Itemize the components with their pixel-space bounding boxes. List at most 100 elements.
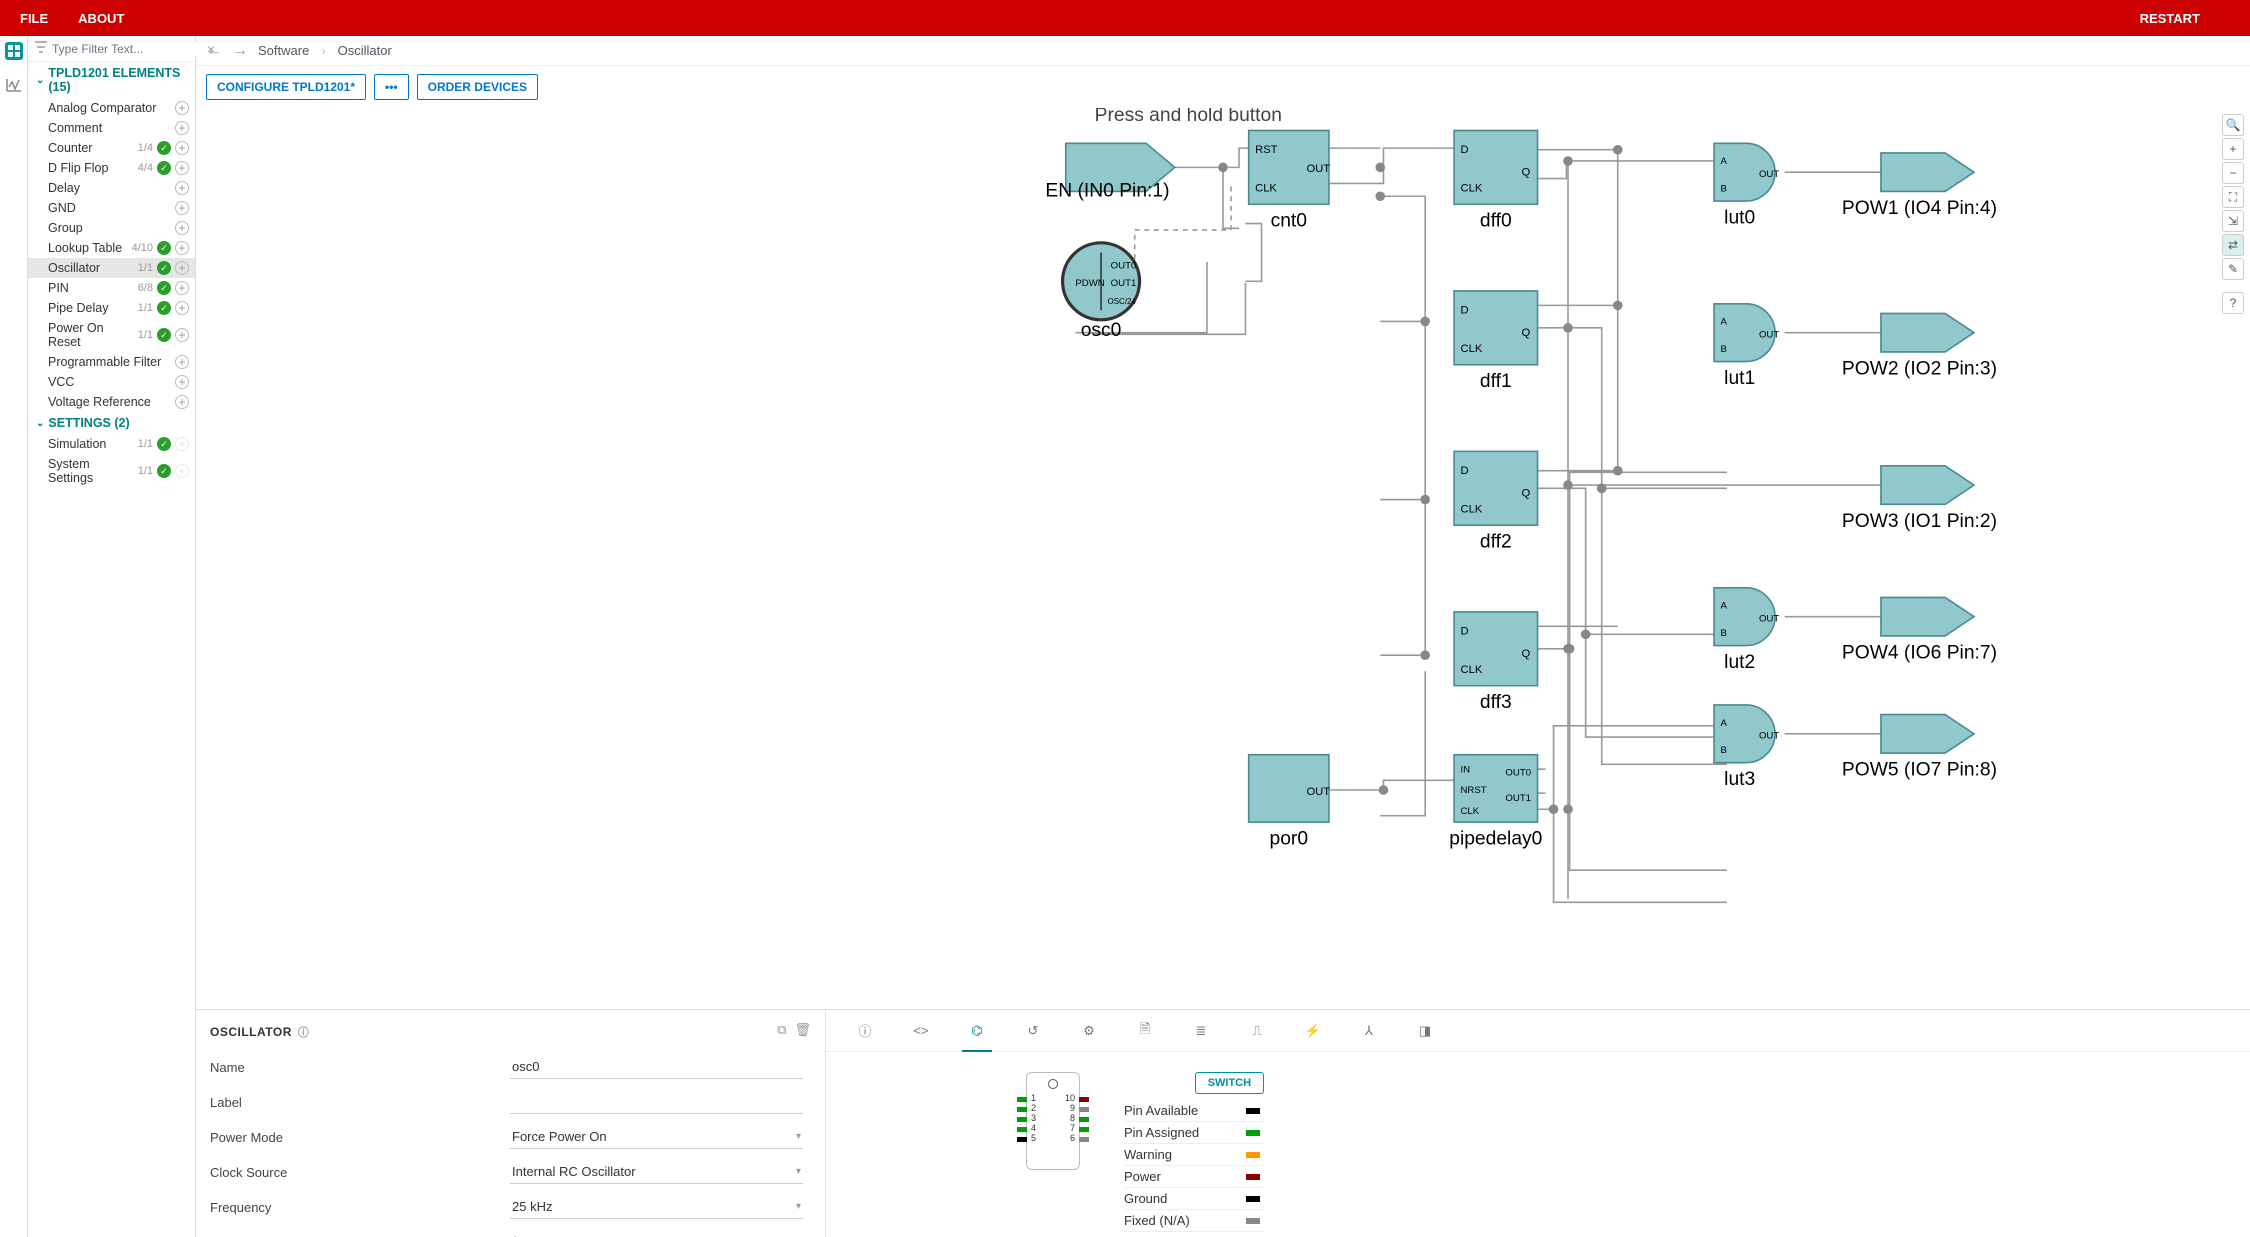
edit-icon[interactable]: ✎ [2222,258,2244,280]
prop-label: Power Mode [210,1130,510,1145]
block-lut3[interactable]: A B OUT lut3 [1714,705,1779,790]
add-icon[interactable]: + [175,355,189,369]
block-pow[interactable]: POW3 (IO1 Pin:2) [1842,466,1997,532]
tab-code-icon[interactable]: <> [912,1022,930,1040]
block-lut2[interactable]: A B OUT lut2 [1714,588,1779,673]
prop-select[interactable]: Internal RC Oscillator▾ [510,1160,803,1184]
breadcrumb-current: Oscillator [338,43,392,58]
tree-item[interactable]: Oscillator1/1✓+ [28,258,195,278]
tree-item[interactable]: Pipe Delay1/1✓+ [28,298,195,318]
tab-sliders-icon[interactable]: ⚙ [1080,1022,1098,1040]
svg-text:OUT: OUT [1306,163,1330,175]
tree-item[interactable]: Voltage Reference+ [28,392,195,412]
add-icon[interactable]: + [175,121,189,135]
nav-back-icon[interactable]: ← [206,42,222,60]
add-icon[interactable]: + [175,101,189,115]
tab-info-icon[interactable]: ⓘ [856,1022,874,1040]
tree-item[interactable]: D Flip Flop4/4✓+ [28,158,195,178]
more-button[interactable]: ••• [374,74,409,100]
copy-icon[interactable]: ⧉ [777,1022,786,1038]
svg-text:D: D [1460,465,1468,477]
tree-layout-icon[interactable]: ⇲ [2222,210,2244,232]
zoom-search-icon[interactable]: 🔍 [2222,114,2244,136]
tree-item[interactable]: Power On Reset1/1✓+ [28,318,195,352]
tab-panel-icon[interactable]: ◨ [1416,1022,1434,1040]
properties-title: OSCILLATOR [210,1025,292,1039]
tree-item[interactable]: VCC+ [28,372,195,392]
add-icon[interactable]: + [175,375,189,389]
tab-graph-icon[interactable]: ⅄ [1360,1022,1378,1040]
tree-group-elements[interactable]: ⌄ TPLD1201 ELEMENTS (15) [28,62,195,98]
waveform-view-icon[interactable] [5,76,23,94]
menu-about[interactable]: ABOUT [78,11,124,26]
info-icon[interactable]: ⓘ [298,1024,310,1040]
block-dff0[interactable]: D Q CLK dff0 [1454,130,1537,231]
tab-pulse-icon[interactable]: ⎍ [1248,1022,1266,1040]
zoom-in-icon[interactable]: + [2222,138,2244,160]
add-icon[interactable]: + [175,301,189,315]
zoom-out-icon[interactable]: − [2222,162,2244,184]
block-dff3[interactable]: D Q CLK dff3 [1454,612,1537,713]
tree-item[interactable]: Programmable Filter+ [28,352,195,372]
add-icon[interactable]: + [175,221,189,235]
schematic-canvas[interactable]: EN (IN0 Pin:1) Press and hold button PDW… [196,108,2250,1009]
block-pipedelay0[interactable]: IN NRST CLK OUT0 OUT1 pipedelay0 [1449,755,1542,850]
tree-item[interactable]: Delay+ [28,178,195,198]
menu-restart[interactable]: RESTART [2140,11,2200,26]
blocks-view-icon[interactable] [5,42,23,60]
menu-file[interactable]: FILE [20,11,48,26]
tree-item[interactable]: Lookup Table4/10✓+ [28,238,195,258]
tree-item[interactable]: Analog Comparator+ [28,98,195,118]
tree-item[interactable]: Simulation1/1✓+ [28,434,195,454]
prop-select[interactable]: /1▾ [510,1230,803,1237]
add-icon[interactable]: + [175,281,189,295]
add-icon[interactable]: + [175,161,189,175]
delete-icon[interactable]: 🗑 [794,1022,811,1038]
block-por0[interactable]: OUT por0 [1249,755,1331,850]
add-icon[interactable]: + [175,261,189,275]
add-icon[interactable]: + [175,395,189,409]
block-cnt0[interactable]: RST OUT CLK cnt0 [1249,130,1331,231]
tree-group-settings[interactable]: ⌄ SETTINGS (2) [28,412,195,434]
add-icon[interactable]: + [175,241,189,255]
order-devices-button[interactable]: ORDER DEVICES [417,74,538,100]
block-lut0[interactable]: A B OUT lut0 [1714,143,1779,228]
tree-item[interactable]: Group+ [28,218,195,238]
tab-chip-icon[interactable]: ⌬ [968,1022,986,1040]
svg-text:OSC/24: OSC/24 [1107,297,1136,306]
block-en[interactable]: EN (IN0 Pin:1) [1045,143,1174,201]
add-icon[interactable]: + [175,328,189,342]
help-icon[interactable]: ? [2222,292,2244,314]
tree-item[interactable]: GND+ [28,198,195,218]
route-icon[interactable]: ⇄ [2222,234,2244,256]
fit-screen-icon[interactable]: ⛶ [2222,186,2244,208]
prop-input[interactable] [510,1090,803,1114]
block-dff1[interactable]: D Q CLK dff1 [1454,291,1537,392]
breadcrumb-root[interactable]: Software [258,43,309,58]
block-lut1[interactable]: A B OUT lut1 [1714,304,1779,389]
add-icon[interactable]: + [175,141,189,155]
tree-item[interactable]: Comment+ [28,118,195,138]
configure-button[interactable]: CONFIGURE TPLD1201* [206,74,366,100]
tree-item[interactable]: System Settings1/1✓+ [28,454,195,488]
tab-history-icon[interactable]: ↺ [1024,1022,1042,1040]
block-osc0[interactable]: PDWN OUT0 OUT1 OSC/24 osc0 [1063,243,1140,341]
filter-input[interactable] [52,42,207,56]
add-icon[interactable]: + [175,181,189,195]
tree-item[interactable]: Counter1/4✓+ [28,138,195,158]
prop-select[interactable]: Force Power On▾ [510,1125,803,1149]
block-pow[interactable]: POW5 (IO7 Pin:8) [1842,715,1997,781]
block-pow[interactable]: POW2 (IO2 Pin:3) [1842,313,1997,379]
prop-select[interactable]: 25 kHz▾ [510,1195,803,1219]
block-dff2[interactable]: D Q CLK dff2 [1454,451,1537,552]
block-pow[interactable]: POW1 (IO4 Pin:4) [1842,153,1997,219]
switch-button[interactable]: SWITCH [1195,1072,1264,1094]
prop-input[interactable] [510,1055,803,1079]
tree-item[interactable]: PIN6/8✓+ [28,278,195,298]
tab-flash-icon[interactable]: ⚡ [1304,1022,1322,1040]
nav-forward-icon[interactable]: → [232,42,248,60]
tab-file-icon[interactable]: 🗎 [1136,1022,1154,1040]
add-icon[interactable]: + [175,201,189,215]
block-pow[interactable]: POW4 (IO6 Pin:7) [1842,597,1997,663]
tab-stack-icon[interactable]: ≣ [1192,1022,1210,1040]
